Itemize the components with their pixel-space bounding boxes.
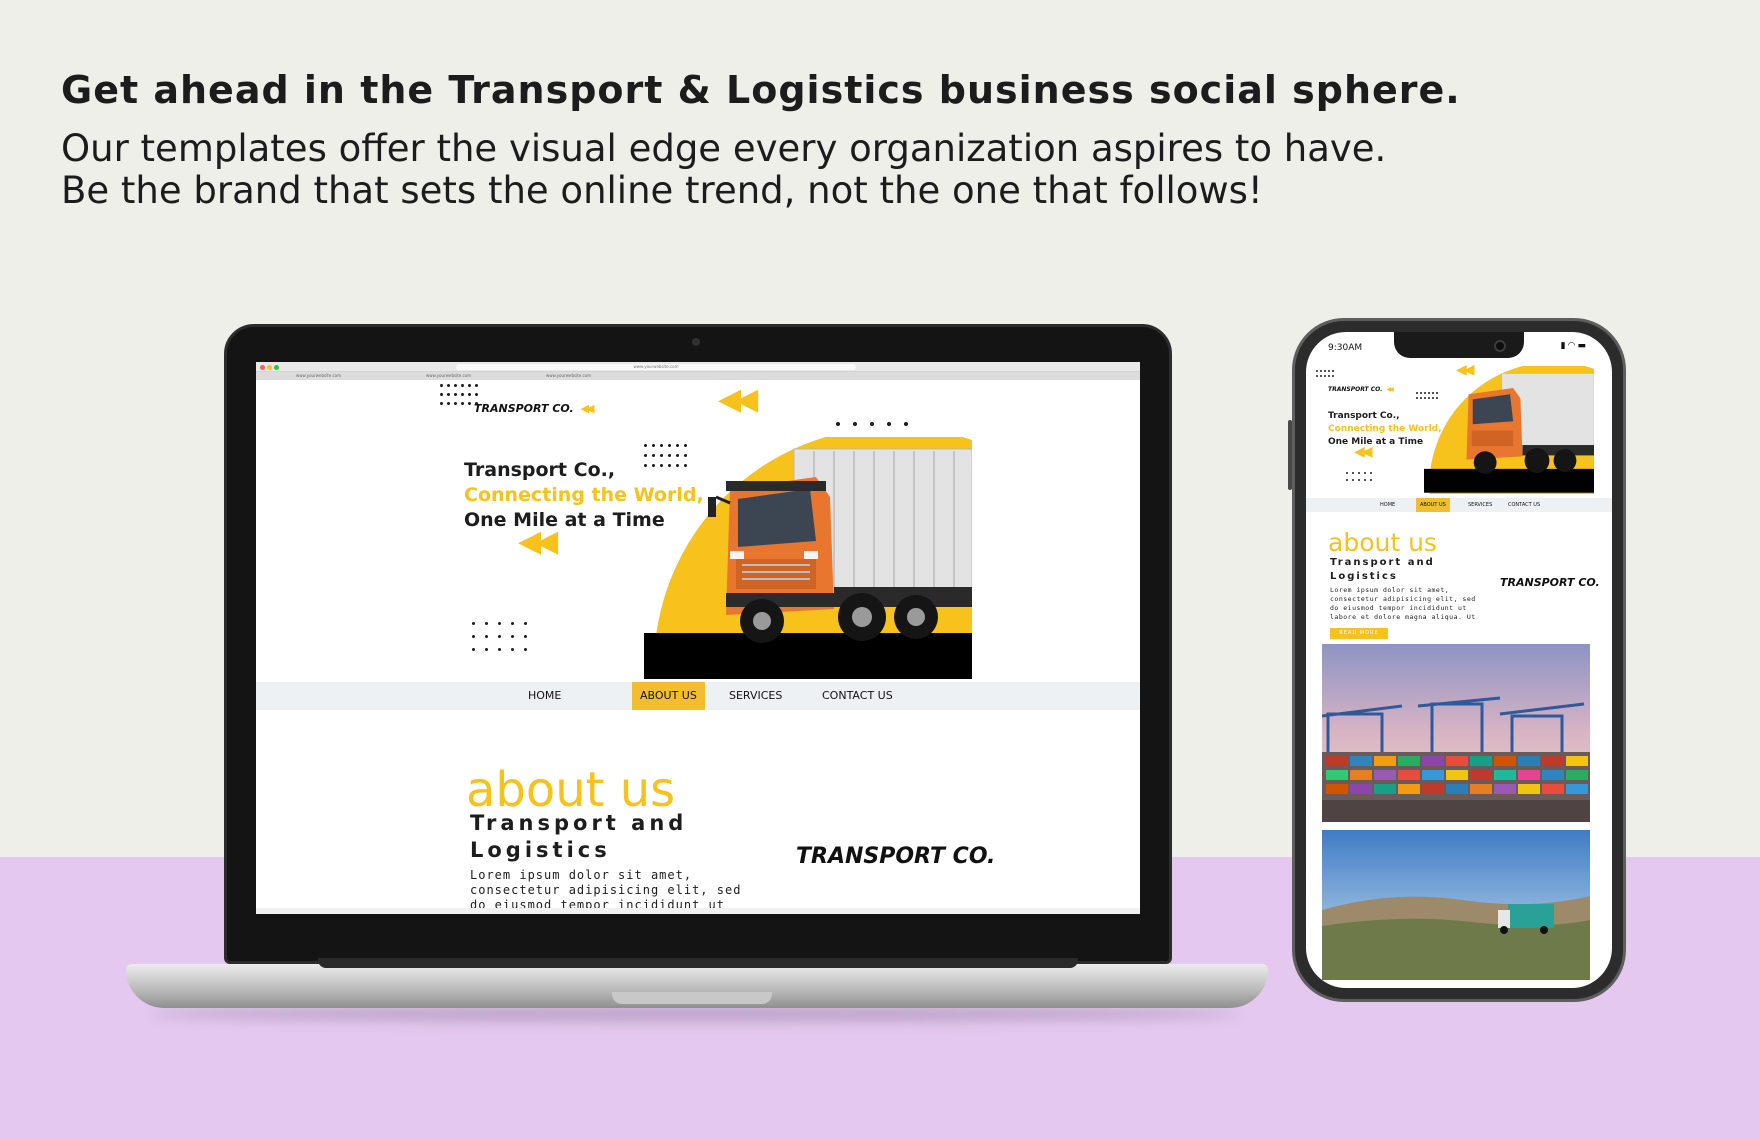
site-logo[interactable]: TRANSPORT CO. ◀◀ [474, 402, 595, 415]
about-subtitle-line-2: Logistics [470, 838, 611, 862]
browser-tab[interactable]: www.yourwebsite.com [546, 372, 591, 380]
dot-pattern [1316, 370, 1336, 377]
truck-illustration [644, 437, 972, 679]
nav-contact-us[interactable]: CONTACT US [1504, 498, 1544, 512]
truck-illustration [1424, 366, 1594, 494]
phone-screen: 9:30AM ▮◠▬ TRANSPORT CO. ◀◀ ◀◀ ◀◀ Transp… [1306, 332, 1612, 988]
about-title: about us [1328, 528, 1437, 557]
site-logo[interactable]: TRANSPORT CO. ◀◀ [1328, 386, 1394, 393]
about-subtitle: Transport and Logistics [470, 810, 687, 864]
status-icons: ▮◠▬ [1561, 341, 1588, 351]
laptop-shadow [150, 1006, 1240, 1022]
browser-toolbar: www.yourwebsite.com [256, 362, 1140, 372]
about-subtitle-line-2: Logistics [1330, 571, 1398, 582]
minimize-window-icon[interactable] [267, 365, 272, 370]
camera-icon [1494, 340, 1506, 352]
ad-subline-2: Be the brand that sets the online trend,… [61, 169, 1263, 212]
battery-icon: ▬ [1577, 341, 1588, 351]
hero-truck-image [644, 437, 972, 679]
rewind-arrow-icon: ◀◀ [718, 382, 758, 417]
landscape-truck-photo [1322, 830, 1590, 980]
site-nav: HOME ABOUT US SERVICES CONTACT US [256, 682, 1140, 710]
close-window-icon[interactable] [260, 365, 265, 370]
logo-arrow-icon: ◀◀ [1386, 386, 1393, 393]
hero-truck-image [1424, 366, 1594, 494]
laptop-hinge [318, 958, 1078, 968]
nav-about-us[interactable]: ABOUT US [632, 682, 705, 710]
phone-notch [1394, 332, 1524, 358]
laptop-trackpad-notch [612, 992, 772, 1004]
about-body: Lorem ipsum dolor sit amet, consectetur … [470, 868, 742, 912]
browser-tab[interactable]: www.yourwebsite.com [426, 372, 471, 380]
dot-pattern [836, 422, 921, 426]
logo-arrow-icon: ◀◀ [580, 402, 595, 415]
address-bar[interactable]: www.yourwebsite.com [456, 364, 856, 370]
dot-pattern [472, 622, 537, 651]
ad-subline-1: Our templates offer the visual edge ever… [61, 127, 1387, 170]
ad-subline: Our templates offer the visual edge ever… [61, 128, 1386, 212]
dot-pattern [1346, 472, 1376, 481]
signal-icon: ▮ [1560, 341, 1568, 351]
about-logo: TRANSPORT CO. [796, 844, 996, 869]
nav-services[interactable]: SERVICES [721, 682, 790, 710]
screen-footer-strip [256, 908, 1140, 914]
nav-services[interactable]: SERVICES [1464, 498, 1496, 512]
nav-home[interactable]: HOME [1376, 498, 1399, 512]
about-body: Lorem ipsum dolor sit amet, consectetur … [1330, 586, 1476, 621]
road-landscape-image [1322, 830, 1590, 980]
wifi-icon: ◠ [1567, 341, 1578, 351]
nav-about-us[interactable]: ABOUT US [1416, 498, 1450, 512]
about-subtitle-line-1: Transport and [470, 811, 688, 835]
status-time: 9:30AM [1328, 343, 1363, 353]
browser-tab[interactable]: www.yourwebsite.com [296, 372, 341, 380]
about-subtitle-line-1: Transport and [1330, 557, 1435, 568]
laptop-screen: www.yourwebsite.com www.yourwebsite.com … [256, 362, 1140, 914]
port-containers-image [1322, 644, 1590, 822]
nav-home[interactable]: HOME [520, 682, 569, 710]
maximize-window-icon[interactable] [274, 365, 279, 370]
laptop-camera [692, 338, 700, 346]
nav-contact-us[interactable]: CONTACT US [814, 682, 901, 710]
about-logo: TRANSPORT CO. [1500, 576, 1600, 589]
about-subtitle: Transport and Logistics [1330, 556, 1435, 584]
port-cranes-photo [1322, 644, 1590, 822]
read-more-button[interactable]: READ MORE [1330, 628, 1388, 639]
ad-headline: Get ahead in the Transport & Logistics b… [61, 68, 1461, 112]
browser-tabs: www.yourwebsite.com www.yourwebsite.com … [256, 372, 1140, 380]
site-nav: HOME ABOUT US SERVICES CONTACT US [1306, 498, 1612, 512]
